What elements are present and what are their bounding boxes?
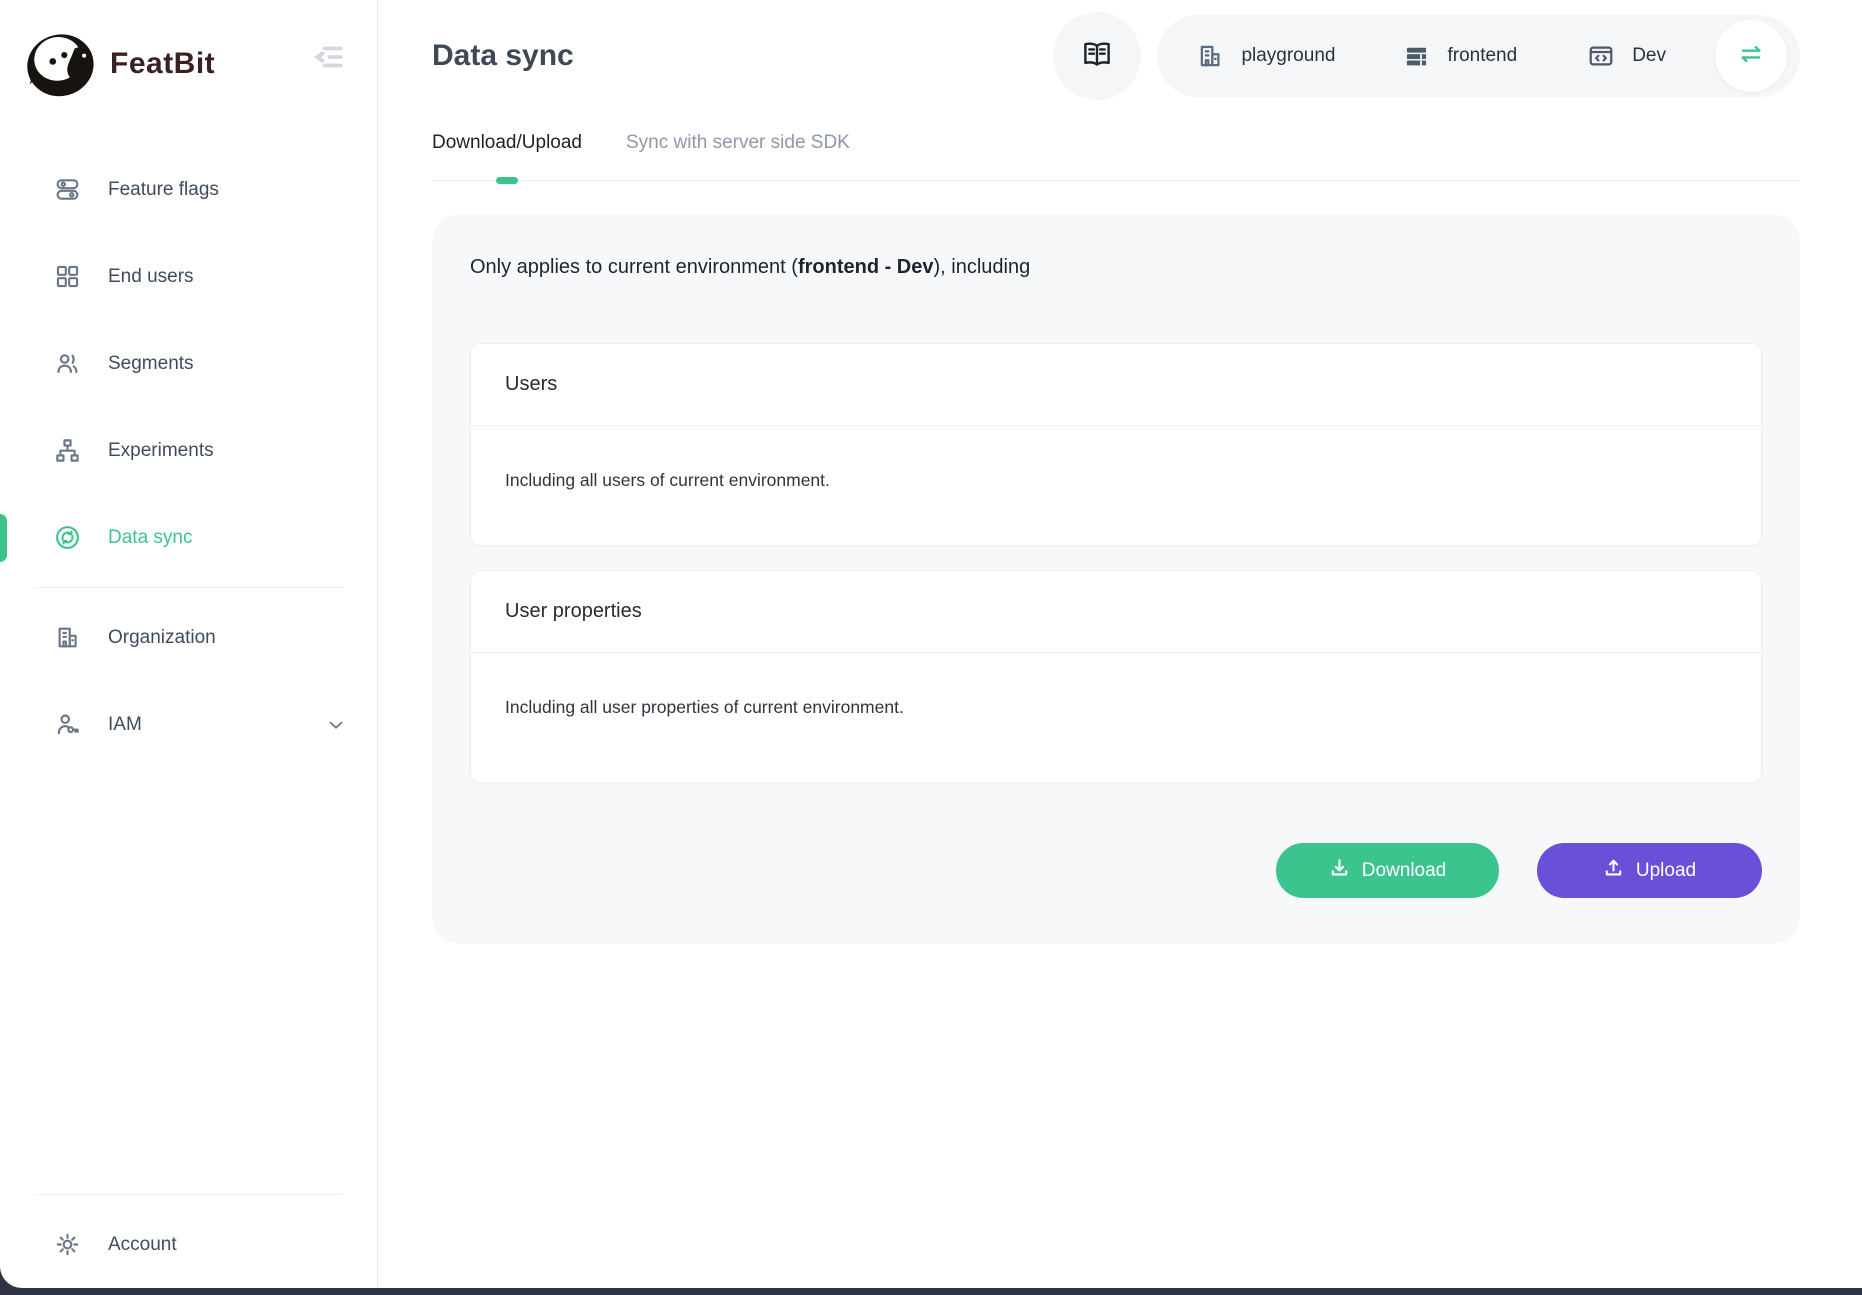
logo-row: FeatBit xyxy=(0,0,377,146)
server-stack-icon xyxy=(1402,42,1430,70)
download-icon xyxy=(1329,857,1350,884)
section-title: User properties xyxy=(471,571,1761,653)
toggles-icon xyxy=(54,176,81,203)
upload-button[interactable]: Upload xyxy=(1537,843,1762,898)
sidebar-item-account[interactable]: Account xyxy=(0,1201,377,1288)
user-group-icon xyxy=(54,350,81,377)
documentation-button[interactable] xyxy=(1053,12,1141,100)
application-selector[interactable]: frontend xyxy=(1402,42,1517,70)
section-description: Including all user properties of current… xyxy=(471,653,1761,782)
building-icon xyxy=(54,624,81,651)
sitemap-icon xyxy=(54,437,81,464)
sidebar-item-label: End users xyxy=(108,266,194,288)
rounded-corner xyxy=(0,1266,22,1288)
swap-arrows-icon xyxy=(1736,39,1766,74)
brand-name: FeatBit xyxy=(110,47,215,81)
active-tab-indicator xyxy=(496,177,518,184)
sidebar-divider xyxy=(34,587,343,588)
code-window-icon xyxy=(1587,42,1615,70)
grid-icon xyxy=(54,263,81,290)
sidebar-item-iam[interactable]: IAM xyxy=(0,681,377,768)
sidebar-divider xyxy=(34,1194,343,1195)
featbit-panda-logo-icon xyxy=(22,23,104,105)
sidebar-item-label: Organization xyxy=(108,627,216,649)
chevron-down-icon xyxy=(325,714,347,736)
notice-suffix: ), including xyxy=(934,256,1031,278)
sidebar: FeatBit Feature flags xyxy=(0,0,378,1288)
page-title: Data sync xyxy=(432,39,574,73)
sidebar-item-data-sync[interactable]: Data sync xyxy=(0,494,377,581)
data-sync-card: Only applies to current environment (fro… xyxy=(432,214,1800,944)
switch-environment-button[interactable] xyxy=(1715,20,1787,92)
user-properties-section: User properties Including all user prope… xyxy=(470,570,1762,783)
notice-prefix: Only applies to current environment ( xyxy=(470,256,798,278)
application-name: frontend xyxy=(1447,45,1517,67)
sidebar-item-segments[interactable]: Segments xyxy=(0,320,377,407)
card-actions: Download Upload xyxy=(470,843,1762,898)
active-indicator xyxy=(0,514,7,562)
page-header: Data sync xyxy=(432,0,1800,112)
users-section: Users Including all users of current env… xyxy=(470,343,1762,546)
sidebar-nav: Feature flags End users Segments xyxy=(0,146,377,1288)
environment-selector[interactable]: Dev xyxy=(1587,42,1666,70)
tab-label: Download/Upload xyxy=(432,132,582,153)
sidebar-item-end-users[interactable]: End users xyxy=(0,233,377,320)
environment-switcher: playground xyxy=(1157,15,1800,97)
tab-sync-server-sdk[interactable]: Sync with server side SDK xyxy=(626,132,850,154)
environment-notice: Only applies to current environment (fro… xyxy=(470,256,1762,279)
sidebar-item-organization[interactable]: Organization xyxy=(0,594,377,681)
sidebar-bottom-group: Account xyxy=(0,1188,377,1288)
user-key-icon xyxy=(54,711,81,738)
tab-download-upload[interactable]: Download/Upload xyxy=(432,132,582,154)
download-button[interactable]: Download xyxy=(1276,843,1499,898)
section-title: Users xyxy=(471,344,1761,426)
sidebar-item-label: Data sync xyxy=(108,527,192,549)
building-icon xyxy=(1196,42,1224,70)
project-selector[interactable]: playground xyxy=(1196,42,1335,70)
download-button-label: Download xyxy=(1362,860,1447,882)
tab-label: Sync with server side SDK xyxy=(626,132,850,153)
gear-icon xyxy=(54,1231,81,1258)
sidebar-item-label: IAM xyxy=(108,714,142,736)
environment-name: Dev xyxy=(1632,45,1666,67)
project-name: playground xyxy=(1241,45,1335,67)
main-content: Data sync xyxy=(378,0,1862,1295)
section-description: Including all users of current environme… xyxy=(471,426,1761,545)
upload-button-label: Upload xyxy=(1636,860,1696,882)
tab-bar: Download/Upload Sync with server side SD… xyxy=(432,132,1800,181)
sidebar-item-label: Feature flags xyxy=(108,179,219,201)
sidebar-item-experiments[interactable]: Experiments xyxy=(0,407,377,494)
bottom-edge-bar xyxy=(0,1288,1862,1295)
sidebar-item-label: Segments xyxy=(108,353,194,375)
sync-icon xyxy=(54,524,81,551)
upload-icon xyxy=(1603,857,1624,884)
open-book-icon xyxy=(1080,37,1114,76)
header-controls: playground xyxy=(1053,12,1800,100)
sidebar-item-feature-flags[interactable]: Feature flags xyxy=(0,146,377,233)
menu-fold-icon[interactable] xyxy=(311,40,345,74)
sidebar-item-label: Account xyxy=(108,1234,177,1256)
sidebar-item-label: Experiments xyxy=(108,440,214,462)
notice-environment: frontend - Dev xyxy=(798,256,934,278)
